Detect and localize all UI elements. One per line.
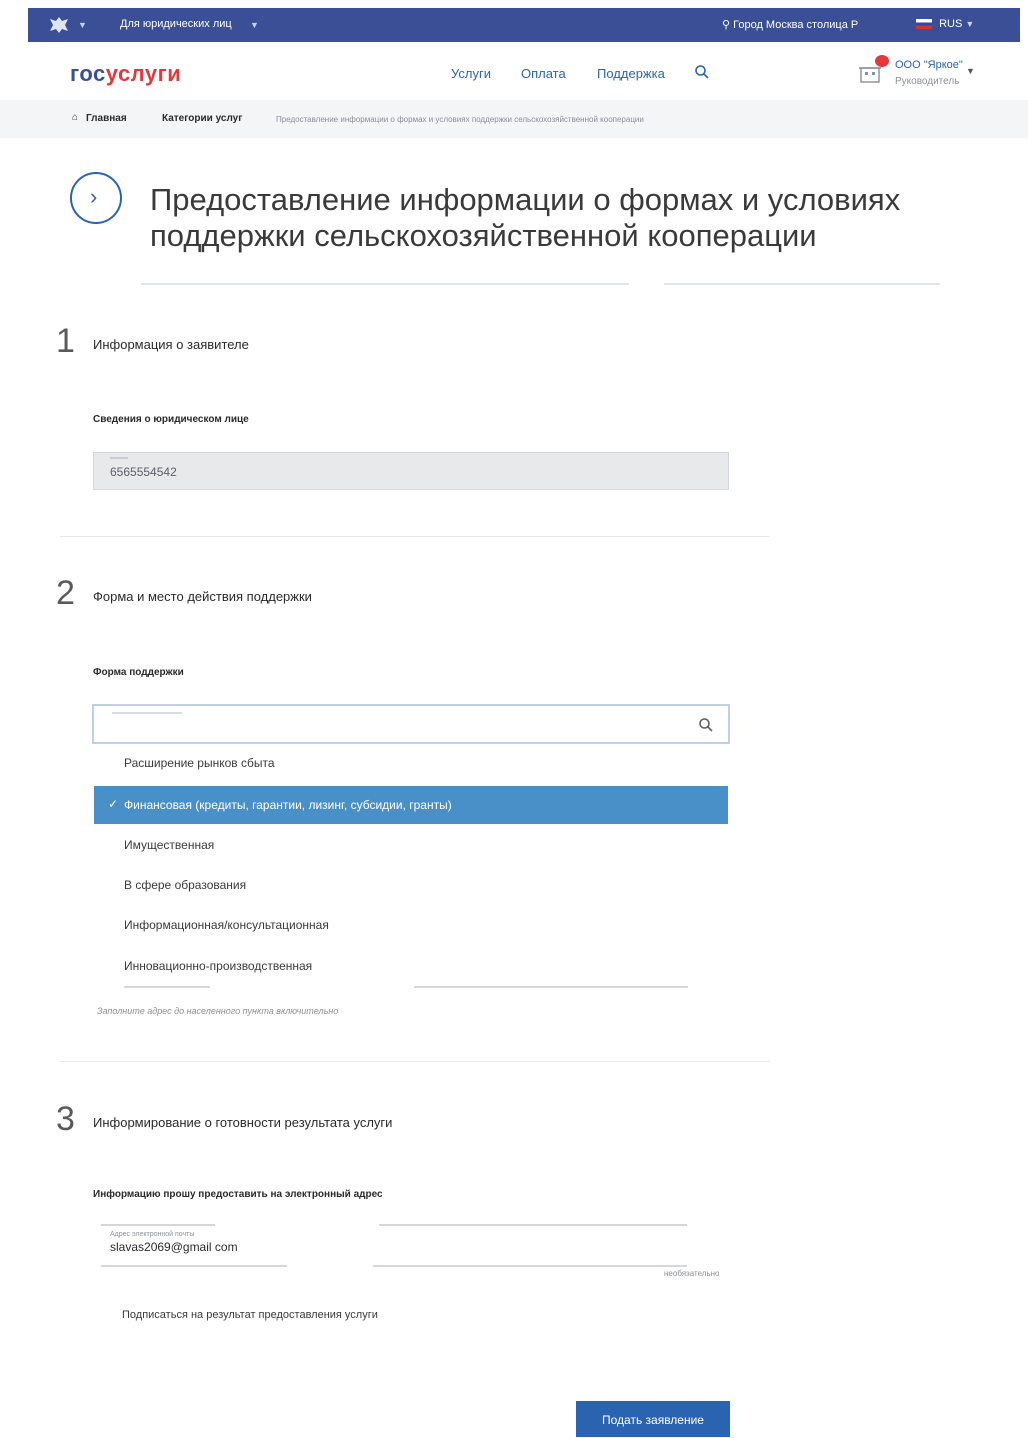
- legal-entity-field: 6565554542: [93, 452, 729, 490]
- nav-link-payment[interactable]: Оплата: [521, 66, 566, 81]
- breadcrumb-current: Предоставление информации о формах и усл…: [276, 115, 644, 124]
- field-underline: [124, 986, 210, 988]
- field-underline: [101, 1224, 215, 1226]
- org-name[interactable]: ООО "Яркое": [895, 59, 963, 71]
- chevron-down-icon: ▼: [965, 19, 975, 29]
- emblem-icon[interactable]: [46, 15, 72, 35]
- address-hint: Заполните адрес до населенного пункта вк…: [97, 1006, 339, 1016]
- field-underline: [101, 1265, 287, 1267]
- city-selector[interactable]: ⚲ Город Москва столица Р: [722, 18, 858, 31]
- dropdown-option[interactable]: Расширение рынков сбыта: [94, 744, 728, 782]
- segment-selector[interactable]: Для юридических лиц: [120, 18, 232, 30]
- chevron-right-icon: ›: [90, 184, 98, 209]
- email-field[interactable]: slavas2069@gmail com: [110, 1240, 238, 1254]
- field-underline: [414, 986, 688, 988]
- step-title: Форма и место действия поддержки: [93, 589, 312, 604]
- org-role: Руководитель: [895, 76, 960, 87]
- breadcrumb: ⌂ Главная Категории услуг Предоставление…: [0, 100, 1028, 138]
- city-label: Город Москва столица Р: [733, 19, 859, 31]
- field-caption: [110, 457, 128, 459]
- page-title: Предоставление информации о формах и усл…: [150, 182, 901, 253]
- breadcrumb-home[interactable]: Главная: [86, 113, 127, 124]
- language-label: RUS: [939, 18, 963, 30]
- option-label: Информационная/консультационная: [124, 918, 329, 932]
- divider: [60, 1061, 770, 1062]
- legal-entity-value: 6565554542: [110, 465, 177, 479]
- logo-part2: услуги: [105, 61, 182, 86]
- language-selector[interactable]: RUS ▼: [916, 18, 974, 30]
- divider: [60, 536, 770, 537]
- dropdown-option[interactable]: Имущественная: [94, 826, 728, 864]
- checkmark-icon: ✓: [108, 797, 119, 811]
- optional-note: необязательно: [664, 1269, 720, 1278]
- legal-entity-label: Сведения о юридическом лице: [93, 414, 249, 425]
- logo[interactable]: госуслуги: [70, 61, 181, 87]
- nav-link-services[interactable]: Услуги: [451, 66, 491, 81]
- step-number: 1: [56, 322, 75, 360]
- support-form-search-input[interactable]: [92, 704, 730, 744]
- chevron-down-icon[interactable]: ▼: [966, 66, 975, 76]
- chevron-down-icon[interactable]: ▼: [250, 20, 259, 30]
- option-label: Имущественная: [124, 838, 215, 852]
- dropdown-option[interactable]: В сфере образования: [94, 866, 728, 904]
- flag-icon: [916, 19, 932, 30]
- step-title: Информация о заявителе: [93, 337, 249, 352]
- step-number: 2: [56, 574, 75, 612]
- divider: [664, 283, 940, 285]
- service-icon: ›: [70, 172, 122, 224]
- option-label: Инновационно-производственная: [124, 959, 313, 973]
- notification-badge: [875, 55, 889, 67]
- logo-part1: гос: [70, 61, 106, 86]
- support-form-label: Форма поддержки: [93, 667, 184, 678]
- chevron-down-icon[interactable]: ▼: [78, 20, 87, 30]
- home-icon[interactable]: ⌂: [72, 112, 78, 123]
- dropdown-option-selected[interactable]: ✓ Финансовая (кредиты, гарантии, лизинг, …: [94, 786, 728, 824]
- dropdown-option[interactable]: Информационная/консультационная: [94, 906, 728, 944]
- dropdown-option[interactable]: Инновационно-производственная: [94, 947, 728, 985]
- divider: [141, 283, 629, 285]
- option-label: Финансовая (кредиты, гарантии, лизинг, с…: [124, 798, 452, 812]
- top-bar: ▼ Для юридических лиц ▼ ⚲ Город Москва с…: [28, 8, 1020, 42]
- email-section-label: Информацию прошу предоставить на электро…: [93, 1189, 383, 1200]
- submit-button[interactable]: Подать заявление: [576, 1401, 730, 1437]
- location-pin-icon: ⚲: [722, 19, 731, 31]
- step-number: 3: [56, 1100, 75, 1138]
- field-underline: [379, 1224, 687, 1226]
- search-icon[interactable]: [698, 717, 714, 733]
- input-placeholder: [112, 712, 182, 714]
- nav-link-support[interactable]: Поддержка: [597, 66, 665, 81]
- step-title: Информирование о готовности результата у…: [93, 1115, 393, 1130]
- option-label: Расширение рынков сбыта: [124, 756, 275, 770]
- field-underline: [373, 1265, 687, 1267]
- option-label: В сфере образования: [124, 878, 247, 892]
- breadcrumb-categories[interactable]: Категории услуг: [162, 113, 242, 124]
- email-field-caption: Адрес электронной почты: [110, 1231, 195, 1238]
- search-icon[interactable]: [694, 64, 710, 80]
- subscribe-option[interactable]: Подписаться на результат предоставления …: [122, 1309, 378, 1321]
